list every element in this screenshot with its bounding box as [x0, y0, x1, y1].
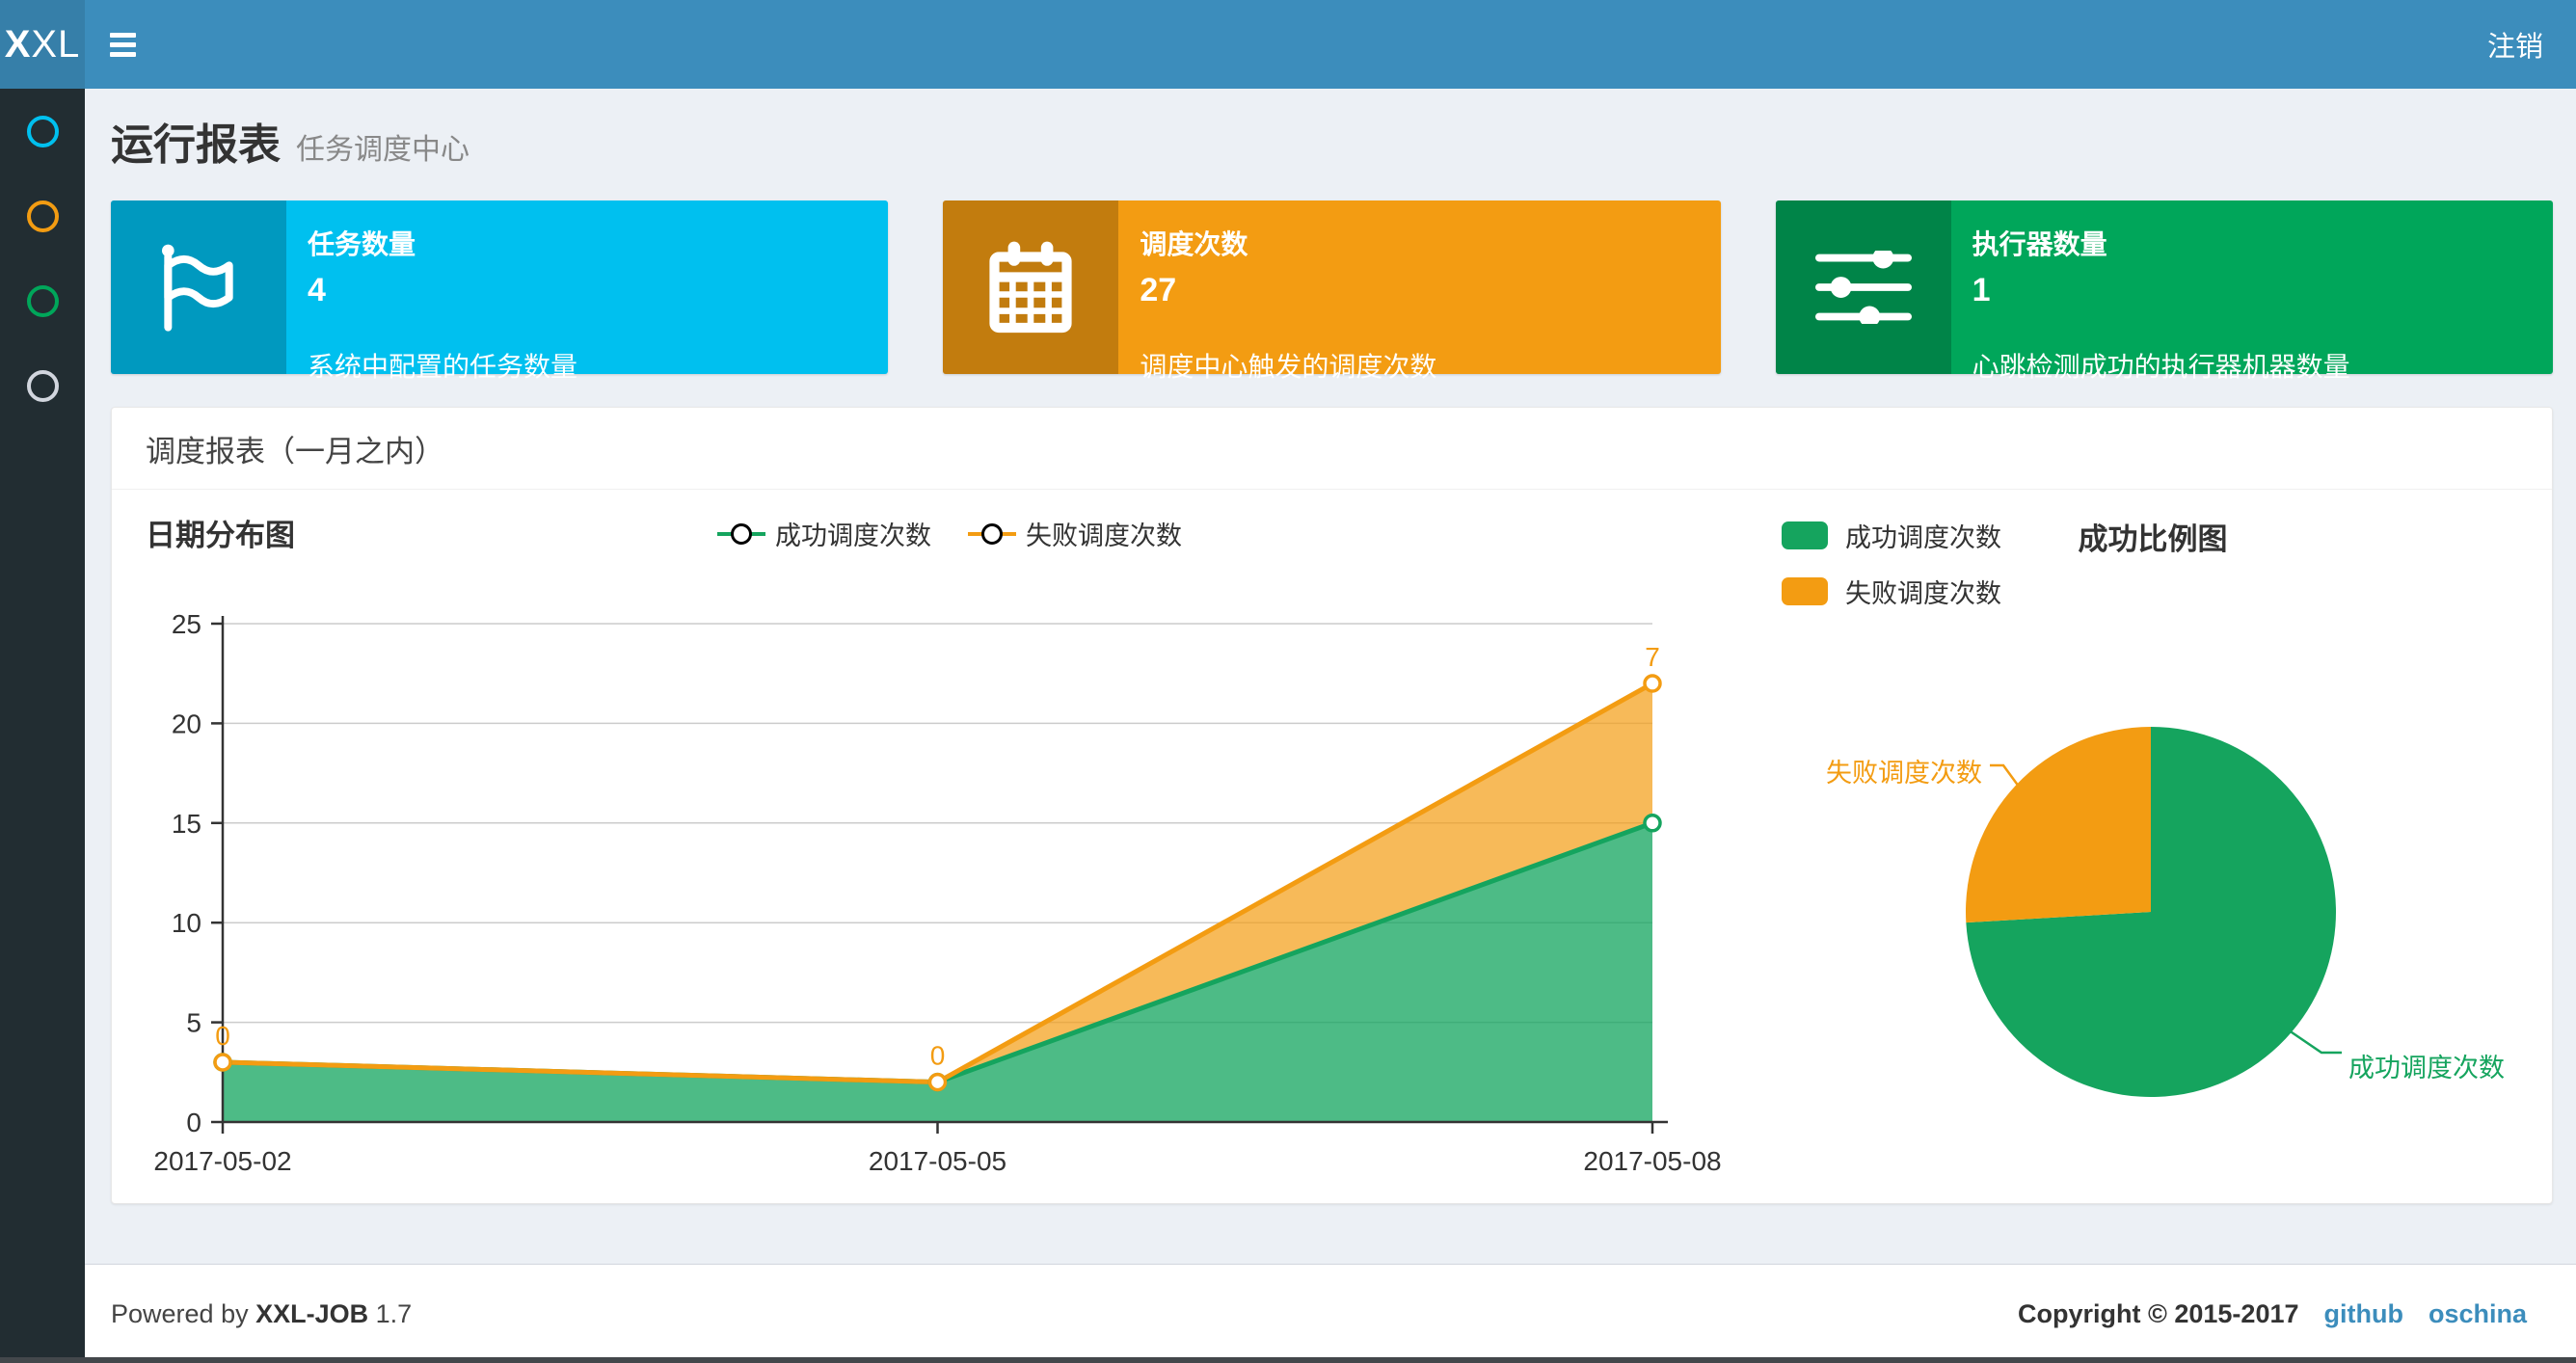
info-box-content: 执行器数量 1 心跳检测成功的执行器机器数量: [1951, 200, 2553, 382]
panel-body: 0 5 10 15 20 25 2017-05-02 2017-05-05 2017-05-08…: [112, 490, 2552, 1203]
line-series-marker-icon: [717, 521, 765, 548]
info-box-label: 任务数量: [308, 229, 416, 259]
panel-title: 调度报表（一月之内）: [112, 408, 2552, 490]
copyright-text: Copyright © 2015-2017: [2017, 1298, 2299, 1328]
svg-text:15: 15: [172, 809, 201, 839]
info-box-triggers: 调度次数 27 调度中心触发的调度次数: [943, 200, 1721, 382]
svg-text:10: 10: [172, 908, 201, 938]
flag-icon: [111, 200, 286, 374]
svg-text:0: 0: [186, 1108, 201, 1137]
info-box-content: 调度次数 27 调度中心触发的调度次数: [1118, 200, 1720, 382]
calendar-icon: [943, 200, 1119, 374]
sidebar: [0, 89, 85, 1363]
info-box-label: 调度次数: [1140, 229, 1248, 259]
circle-o-icon: [26, 369, 59, 402]
top-navbar: X XL 注销: [0, 0, 2576, 89]
sidebar-item-jobs[interactable]: [0, 174, 85, 258]
sidebar-item-report[interactable]: [0, 89, 85, 174]
sidebar-toggle-icon[interactable]: [110, 0, 136, 89]
footer-right: Copyright © 2015-2017 github oschina: [2018, 1299, 2527, 1329]
info-box-description: 心跳检测成功的执行器机器数量: [1972, 352, 2350, 382]
legend-item-success[interactable]: 成功调度次数: [1782, 517, 2001, 554]
svg-text:0: 0: [215, 1021, 230, 1051]
window-bottom-edge: [0, 1357, 2576, 1363]
sidebar-item-help[interactable]: [0, 343, 85, 428]
pie-slice-label-fail: 失败调度次数: [1826, 759, 1982, 788]
svg-text:25: 25: [172, 609, 201, 639]
info-box-value: 4: [308, 272, 326, 308]
line-chart-title: 日期分布图: [146, 519, 295, 552]
info-box-executors: 执行器数量 1 心跳检测成功的执行器机器数量: [1775, 200, 2553, 382]
footer: Powered by XXL-JOB 1.7 Copyright © 2015-…: [85, 1264, 2576, 1363]
circle-o-icon: [26, 200, 59, 232]
info-box-description: 系统中配置的任务数量: [308, 352, 578, 382]
line-series-marker-icon: [968, 521, 1016, 548]
svg-text:2017-05-08: 2017-05-08: [1583, 1146, 1721, 1176]
legend-item-fail[interactable]: 失败调度次数: [968, 515, 1182, 552]
logo-bold-text: X: [4, 22, 32, 66]
circle-o-icon: [26, 115, 59, 147]
svg-text:20: 20: [172, 708, 201, 738]
info-box-value: 27: [1140, 272, 1177, 308]
svg-text:5: 5: [186, 1008, 201, 1038]
app-logo[interactable]: X XL: [0, 0, 85, 89]
powered-by-text: Powered by XXL-JOB 1.7: [111, 1298, 413, 1328]
legend-swatch-icon: [1782, 577, 1828, 605]
schedule-report-panel: 调度报表（一月之内） 0 5 10 15 20 25 2017-05-02 2017-05-0…: [111, 407, 2553, 1204]
page-header: 运行报表 任务调度中心: [85, 89, 2576, 172]
logout-button[interactable]: 注销: [2487, 0, 2543, 89]
logo-light-text: XL: [31, 22, 81, 66]
github-link[interactable]: github: [2324, 1299, 2403, 1329]
content-area: 运行报表 任务调度中心 任务数量 4 系统中配置的任务数量 调度次数 27 调度…: [85, 89, 2576, 1204]
circle-o-icon: [26, 284, 59, 317]
pie-chart-title: 成功比例图: [2078, 522, 2228, 556]
line-area-and-pie-chart-canvas: 05101520252017-05-02 2017-05-05 2017-05-08…: [153, 609, 2342, 1176]
pie-chart-legend: 成功调度次数 失败调度次数: [1782, 517, 2001, 628]
info-box-jobs: 任务数量 4 系统中配置的任务数量: [111, 200, 889, 382]
info-box-content: 任务数量 4 系统中配置的任务数量: [286, 200, 888, 382]
pie-slice-label-success: 成功调度次数: [2348, 1054, 2505, 1082]
svg-text:2017-05-02: 2017-05-02: [153, 1146, 291, 1176]
sidebar-item-log[interactable]: [0, 258, 85, 343]
svg-text:7: 7: [1645, 642, 1660, 672]
info-box-label: 执行器数量: [1972, 229, 2107, 259]
oschina-link[interactable]: oschina: [2428, 1299, 2527, 1329]
page-title: 运行报表: [111, 121, 281, 169]
line-chart-legend: 成功调度次数 失败调度次数: [717, 515, 1182, 552]
legend-swatch-icon: [1782, 521, 1828, 549]
sliders-icon: [1775, 200, 1951, 374]
legend-item-success[interactable]: 成功调度次数: [717, 515, 931, 552]
info-box-row: 任务数量 4 系统中配置的任务数量 调度次数 27 调度中心触发的调度次数 执行…: [111, 200, 2553, 382]
svg-text:0: 0: [930, 1041, 946, 1071]
info-box-description: 调度中心触发的调度次数: [1140, 352, 1437, 382]
svg-text:2017-05-05: 2017-05-05: [869, 1146, 1006, 1176]
legend-item-fail[interactable]: 失败调度次数: [1782, 573, 2001, 610]
info-box-value: 1: [1972, 272, 1991, 308]
page-subtitle: 任务调度中心: [296, 134, 470, 166]
